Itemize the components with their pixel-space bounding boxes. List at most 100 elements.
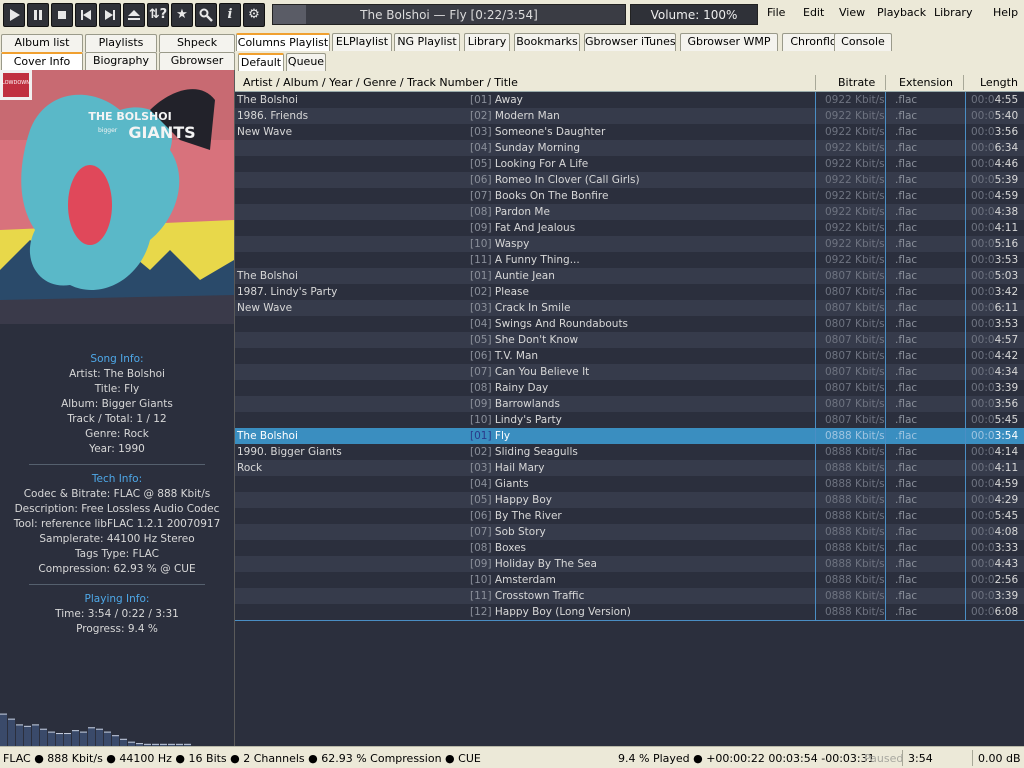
pause-button[interactable]	[27, 3, 49, 27]
row-title-cell: [07] Sob Story	[470, 524, 546, 540]
tab-gbrowser-wmp[interactable]: Gbrowser WMP	[680, 33, 778, 51]
column-divider[interactable]	[815, 75, 816, 90]
play-button[interactable]	[3, 3, 25, 27]
table-row[interactable]: [07] Books On The Bonfire 0922 Kbit/s .fla…	[235, 188, 1024, 204]
tab-queue[interactable]: Queue	[286, 53, 326, 71]
previous-button[interactable]	[75, 3, 97, 27]
column-divider[interactable]	[885, 75, 886, 90]
table-row[interactable]: [06] T.V. Man 0807 Kbit/s .flac 00:04:42	[235, 348, 1024, 364]
table-row[interactable]: [08] Pardon Me 0922 Kbit/s .flac 00:04:38	[235, 204, 1024, 220]
table-row[interactable]: [09] Fat And Jealous 0922 Kbit/s .flac 00:0…	[235, 220, 1024, 236]
table-row[interactable]: The Bolshoi [01] Fly 0888 Kbit/s .flac 00:03…	[235, 428, 1024, 444]
row-extension: .flac	[895, 302, 918, 314]
length-value: 4:08	[994, 526, 1019, 538]
table-row[interactable]: Rock [03] Hail Mary 0888 Kbit/s .flac 00:04:…	[235, 460, 1024, 476]
menu-playback[interactable]: Playback	[877, 6, 926, 19]
table-row[interactable]: [11] Crosstown Traffic 0888 Kbit/s .flac 00…	[235, 588, 1024, 604]
tab-bookmarks[interactable]: Bookmarks	[514, 33, 580, 51]
tab-default[interactable]: Default	[238, 53, 284, 71]
tab-gbrowser[interactable]: Gbrowser	[159, 52, 235, 70]
table-row[interactable]: [11] A Funny Thing... 0922 Kbit/s .flac 00:…	[235, 252, 1024, 268]
favorite-button[interactable]: ★	[171, 3, 193, 27]
row-title-cell: [08] Boxes	[470, 540, 526, 556]
table-row[interactable]: [09] Holiday By The Sea 0888 Kbit/s .flac 0…	[235, 556, 1024, 572]
tab-library[interactable]: Library	[464, 33, 510, 51]
table-row[interactable]: The Bolshoi [01] Away 0922 Kbit/s .flac 00:0…	[235, 92, 1024, 108]
tab-album-list[interactable]: Album list	[1, 34, 83, 52]
row-length: 00:05:45	[971, 412, 1018, 428]
track-title: Please	[494, 286, 529, 298]
track-number: [03]	[470, 302, 492, 314]
table-row[interactable]: New Wave [03] Someone's Daughter 0922 Kbit…	[235, 124, 1024, 140]
table-row[interactable]: [08] Boxes 0888 Kbit/s .flac 00:03:33	[235, 540, 1024, 556]
table-row[interactable]: [09] Barrowlands 0807 Kbit/s .flac 00:03:56	[235, 396, 1024, 412]
menu-help[interactable]: Help	[993, 6, 1018, 19]
table-row[interactable]: [08] Rainy Day 0807 Kbit/s .flac 00:03:39	[235, 380, 1024, 396]
table-row[interactable]: [04] Giants 0888 Kbit/s .flac 00:04:59	[235, 476, 1024, 492]
tab-playlists[interactable]: Playlists	[85, 34, 157, 52]
column-header-extension[interactable]: Extension	[899, 76, 953, 89]
table-row[interactable]: [07] Sob Story 0888 Kbit/s .flac 00:04:08	[235, 524, 1024, 540]
info-text: Song Info: Artist: The Bolshoi Title: Fl…	[0, 352, 234, 637]
eject-button[interactable]	[123, 3, 145, 27]
table-row[interactable]: 1986. Friends [02] Modern Man 0922 Kbit/s.…	[235, 108, 1024, 124]
length-prefix: 00:0	[971, 366, 995, 378]
length-prefix: 00:0	[971, 270, 995, 282]
table-row[interactable]: 1990. Bigger Giants [02] Sliding Seagulls…	[235, 444, 1024, 460]
table-row[interactable]: [12] Happy Boy (Long Version) 0888 Kbit/s…	[235, 604, 1024, 620]
tab-columns-playlist[interactable]: Columns Playlist	[236, 33, 330, 51]
spectrum-peak	[88, 727, 95, 729]
track-number: [07]	[470, 366, 492, 378]
info-button[interactable]: i	[219, 3, 241, 27]
column-divider[interactable]	[963, 75, 964, 90]
table-row[interactable]: [05] Looking For A Life 0922 Kbit/s .flac 0…	[235, 156, 1024, 172]
menu-file[interactable]: File	[767, 6, 785, 19]
track-number: [11]	[470, 590, 492, 602]
menu-view[interactable]: View	[839, 6, 865, 19]
tab-shpeck[interactable]: Shpeck	[159, 34, 235, 52]
tab-gbrowser-itunes[interactable]: Gbrowser iTunes	[584, 33, 676, 51]
random-button[interactable]: ⇅?	[147, 3, 169, 27]
row-extension: .flac	[895, 574, 918, 586]
table-row[interactable]: [05] Happy Boy 0888 Kbit/s .flac 00:04:29	[235, 492, 1024, 508]
table-row[interactable]: [10] Amsterdam 0888 Kbit/s .flac 00:02:56	[235, 572, 1024, 588]
table-row[interactable]: 1987. Lindy's Party [02] Please 0807 Kbit/…	[235, 284, 1024, 300]
menu-library[interactable]: Library	[934, 6, 972, 19]
playlist[interactable]: Artist / Album / Year / Genre / Track Nu…	[235, 73, 1024, 746]
tab-biography[interactable]: Biography	[85, 52, 157, 70]
settings-button[interactable]: ⚙	[243, 3, 265, 27]
track-number: [01]	[470, 430, 492, 442]
tab-ng-playlist[interactable]: NG Playlist	[394, 33, 460, 51]
table-row[interactable]: [04] Sunday Morning 0922 Kbit/s .flac 00:06…	[235, 140, 1024, 156]
table-row[interactable]: The Bolshoi [01] Auntie Jean 0807 Kbit/s .f…	[235, 268, 1024, 284]
stop-button[interactable]	[51, 3, 73, 27]
table-row[interactable]: [10] Waspy 0922 Kbit/s .flac 00:05:16	[235, 236, 1024, 252]
column-header-bitrate[interactable]: Bitrate	[838, 76, 875, 89]
row-title-cell: [05] Looking For A Life	[470, 156, 588, 172]
spectrum-peak	[184, 743, 191, 745]
now-playing-title[interactable]: The Bolshoi — Fly [0:22/3:54]	[272, 4, 626, 25]
tab-console[interactable]: Console	[834, 33, 892, 51]
row-bitrate: 0807 Kbit/s	[825, 270, 885, 282]
column-header-main[interactable]: Artist / Album / Year / Genre / Track Nu…	[243, 76, 518, 89]
table-row[interactable]: [06] Romeo In Clover (Call Girls) 0922 Kb…	[235, 172, 1024, 188]
table-row[interactable]: [10] Lindy's Party 0807 Kbit/s .flac 00:05:…	[235, 412, 1024, 428]
row-bitrate: 0922 Kbit/s	[825, 110, 885, 122]
table-row[interactable]: [07] Can You Believe It 0807 Kbit/s .flac 0…	[235, 364, 1024, 380]
table-row[interactable]: [05] She Don't Know 0807 Kbit/s .flac 00:04…	[235, 332, 1024, 348]
tab-cover-info[interactable]: Cover Info	[1, 52, 83, 70]
track-title: Books On The Bonfire	[494, 190, 609, 202]
tab-elplaylist[interactable]: ELPlaylist	[332, 33, 392, 51]
track-title: Sunday Morning	[494, 142, 581, 154]
volume-display[interactable]: Volume: 100%	[630, 4, 758, 25]
table-row[interactable]: New Wave [03] Crack In Smile 0807 Kbit/s .f…	[235, 300, 1024, 316]
table-row[interactable]: [04] Swings And Roundabouts 0807 Kbit/s .f…	[235, 316, 1024, 332]
row-title-cell: [09] Fat And Jealous	[470, 220, 575, 236]
column-header-length[interactable]: Length	[980, 76, 1018, 89]
row-bitrate: 0888 Kbit/s	[825, 430, 885, 442]
table-row[interactable]: [06] By The River 0888 Kbit/s .flac 00:05:4…	[235, 508, 1024, 524]
menu-edit[interactable]: Edit	[803, 6, 824, 19]
search-button[interactable]	[195, 3, 217, 27]
next-button[interactable]	[99, 3, 121, 27]
status-played: 9.4 % Played ● +00:00:22 00:03:54 -00:03…	[618, 752, 875, 765]
